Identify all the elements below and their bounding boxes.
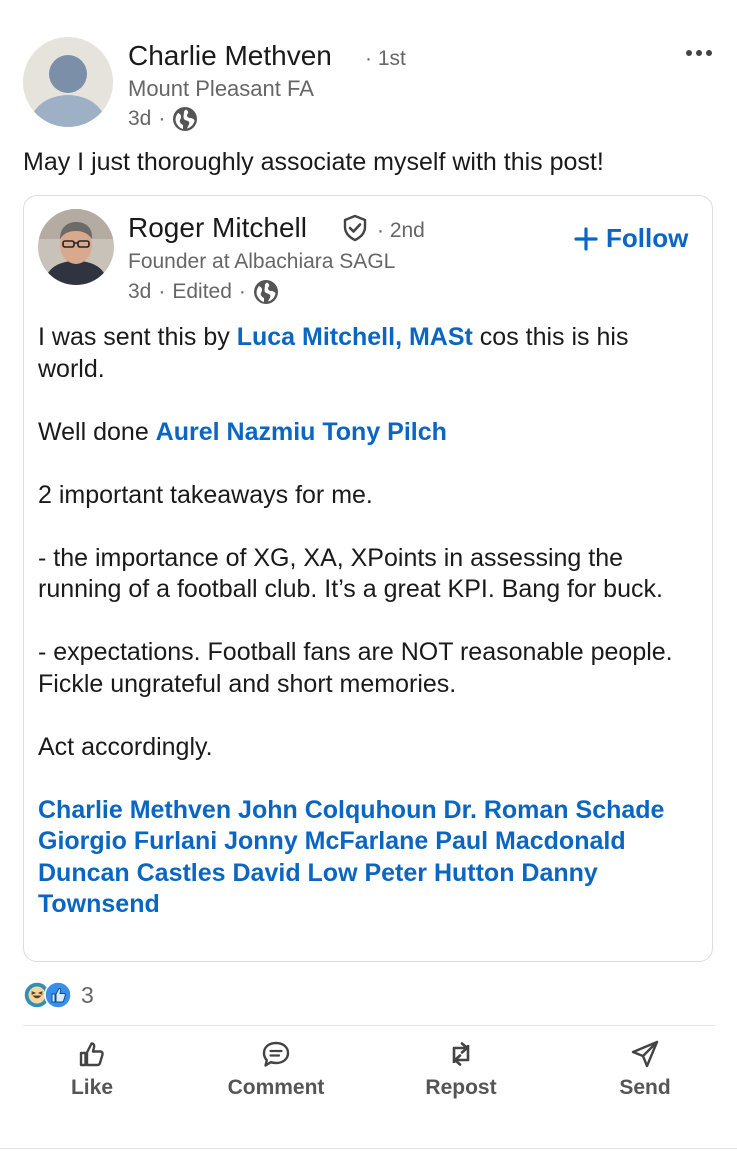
mention-link[interactable]: Luca Mitchell, MASt — [237, 323, 473, 351]
divider — [23, 1025, 715, 1026]
author-headline: Mount Pleasant FA — [128, 76, 314, 101]
like-label: Like — [70, 1076, 114, 1099]
shared-author-name[interactable]: Roger Mitchell — [128, 212, 307, 244]
repost-button[interactable]: Repost — [391, 1038, 531, 1100]
globe-icon — [173, 107, 198, 131]
verified-shield-icon — [341, 214, 369, 247]
author-connection-degree: · 1st — [365, 47, 406, 70]
repost-label: Repost — [425, 1076, 497, 1099]
post-paragraph: I was sent this by Luca Mitchell, MASt c… — [38, 322, 698, 385]
post-paragraph: Well done Aurel Nazmiu Tony Pilch — [38, 417, 698, 449]
reactions-summary[interactable]: 3 — [23, 981, 94, 1009]
post-commentary: May I just thoroughly associate myself w… — [23, 148, 604, 176]
like-reaction-icon — [44, 981, 72, 1009]
avatar-placeholder-head — [49, 55, 87, 93]
globe-icon — [253, 280, 278, 304]
meta-separator: · — [238, 280, 246, 303]
shared-post-body: I was sent this by Luca Mitchell, MASt c… — [38, 322, 698, 952]
profile-photo-icon — [38, 209, 114, 285]
post-time: 3d — [128, 107, 152, 130]
edited-label: Edited — [172, 280, 232, 303]
plus-icon — [574, 226, 598, 251]
reaction-count: 3 — [81, 981, 94, 1008]
comment-label: Comment — [227, 1076, 325, 1099]
text-span: I was sent this by — [38, 323, 237, 351]
shared-post-meta: 3d · Edited · — [128, 277, 279, 307]
repost-icon — [452, 1042, 470, 1066]
thumbs-up-icon — [79, 1042, 104, 1067]
comment-icon — [262, 1041, 290, 1067]
dot-icon — [696, 50, 702, 56]
meta-separator: · — [158, 280, 166, 303]
like-button[interactable]: Like — [22, 1038, 162, 1100]
send-icon — [631, 1040, 659, 1068]
shared-author-headline: Founder at Albachiara SAGL — [128, 250, 396, 273]
shared-post-time: 3d — [128, 280, 152, 303]
mention-tags[interactable]: Charlie Methven John Colquhoun Dr. Roman… — [38, 795, 698, 921]
send-button[interactable]: Send — [575, 1038, 715, 1100]
avatar-placeholder-body — [30, 95, 106, 127]
divider — [0, 1148, 737, 1149]
shared-author-avatar[interactable] — [38, 209, 114, 285]
post-meta: 3d · — [128, 105, 198, 133]
comment-button[interactable]: Comment — [206, 1038, 346, 1100]
text-span: Well done — [38, 417, 156, 446]
send-label: Send — [619, 1076, 671, 1099]
post-paragraph: 2 important takeaways for me. — [38, 480, 373, 509]
author-name[interactable]: Charlie Methven — [128, 40, 332, 72]
follow-button[interactable]: Follow — [574, 223, 688, 254]
more-options-button[interactable] — [686, 50, 712, 56]
follow-label: Follow — [606, 223, 689, 253]
meta-separator: · — [158, 107, 166, 130]
dot-icon — [706, 50, 712, 56]
shared-author-connection-degree: · 2nd — [377, 219, 425, 242]
dot-icon — [686, 50, 692, 56]
mention-link[interactable]: Aurel Nazmiu Tony Pilch — [156, 418, 447, 446]
post-paragraph: Act accordingly. — [38, 732, 213, 761]
author-avatar[interactable] — [23, 37, 113, 127]
post-paragraph: - expectations. Football fans are NOT re… — [38, 638, 673, 698]
post-paragraph: - the importance of XG, XA, XPoints in a… — [38, 543, 663, 604]
